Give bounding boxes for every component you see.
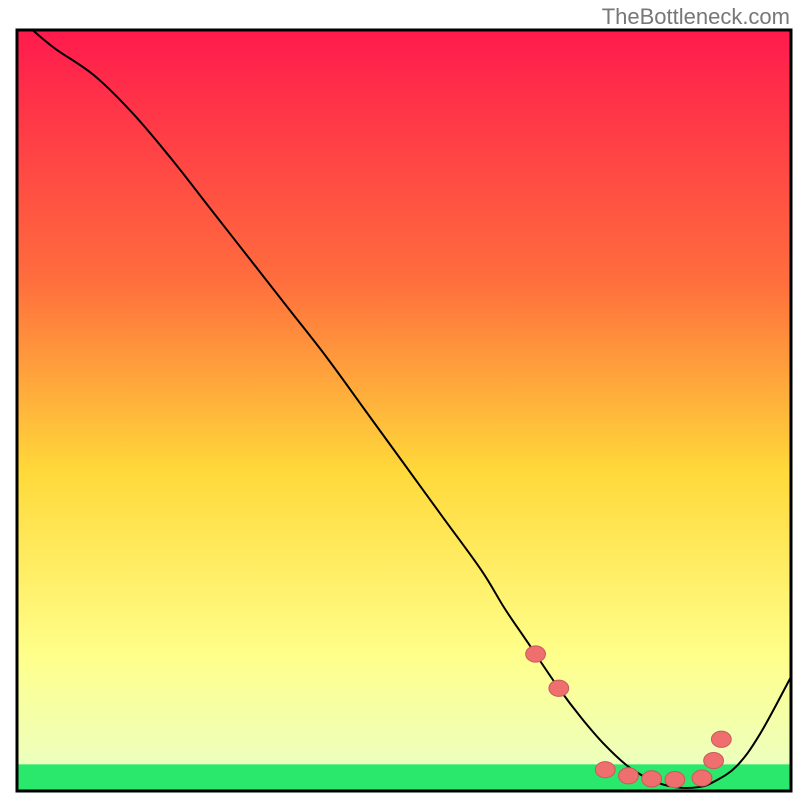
chart-svg [0, 0, 800, 800]
data-dot [692, 770, 712, 786]
data-dot [665, 771, 685, 787]
chart-wrap: TheBottleneck.com [0, 0, 800, 800]
data-dot [549, 680, 569, 696]
data-dot [711, 731, 731, 747]
data-dot [595, 762, 615, 778]
watermark-text: TheBottleneck.com [602, 4, 790, 30]
data-dot [526, 646, 546, 662]
data-dot [642, 771, 662, 787]
data-dot [619, 768, 639, 784]
plot-background [17, 30, 791, 791]
data-dot [704, 752, 724, 768]
